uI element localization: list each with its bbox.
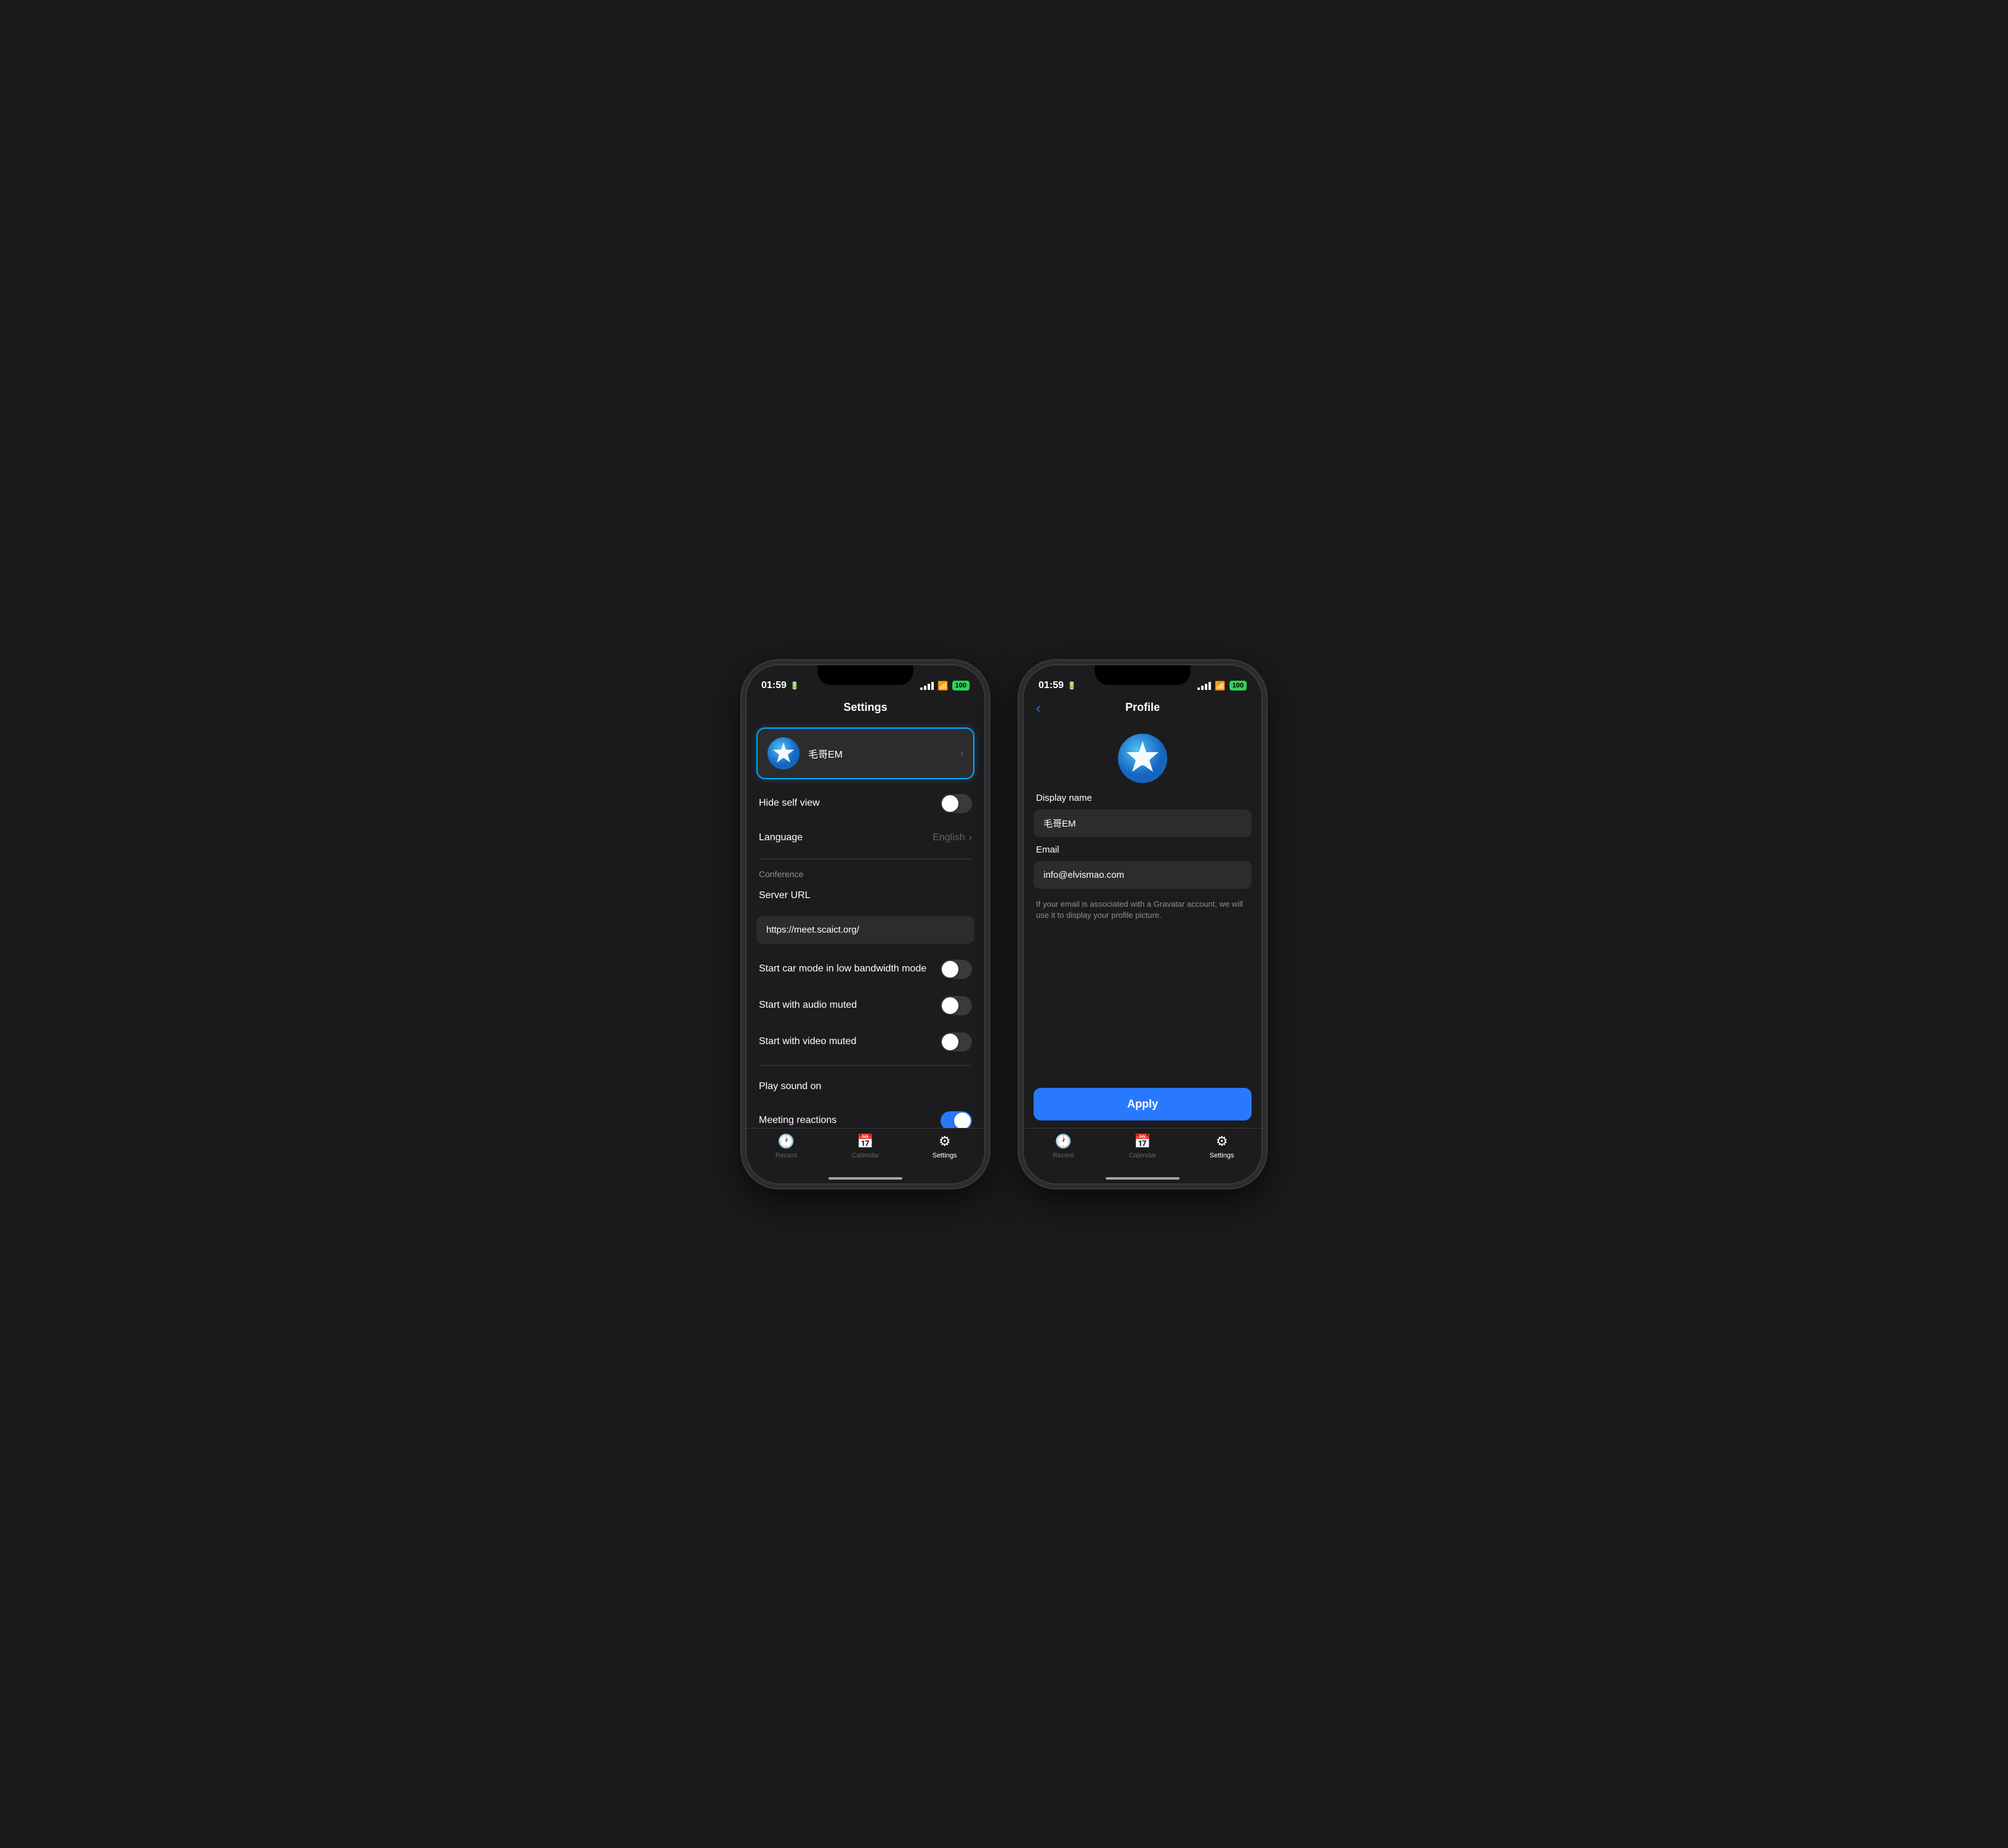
settings-screen: Settings bbox=[747, 696, 984, 1183]
tab-bar-2: 🕐 Recent 📅 Calendar ⚙ Settings bbox=[1024, 1128, 1261, 1178]
video-muted-row: Start with video muted bbox=[747, 1024, 984, 1060]
avatar bbox=[767, 737, 800, 769]
toggle-thumb bbox=[942, 795, 958, 812]
notch-2 bbox=[1095, 665, 1191, 685]
profile-title: Profile bbox=[1125, 701, 1160, 713]
meeting-reactions-row: Meeting reactions bbox=[747, 1103, 984, 1128]
audio-muted-toggle[interactable] bbox=[941, 996, 972, 1015]
phone-settings: 01:59 🔋 📶 100 Settings bbox=[745, 664, 986, 1185]
meeting-reactions-toggle[interactable] bbox=[941, 1111, 972, 1128]
settings-header: Settings bbox=[747, 696, 984, 721]
language-value: English bbox=[933, 832, 965, 843]
settings-title: Settings bbox=[843, 701, 887, 713]
tab-recent-2[interactable]: 🕐 Recent bbox=[1024, 1133, 1103, 1159]
calendar-icon-1: 📅 bbox=[857, 1133, 873, 1149]
server-url-label: Server URL bbox=[759, 890, 811, 911]
status-time-1: 01:59 🔋 bbox=[761, 680, 800, 691]
recent-icon-2: 🕐 bbox=[1055, 1133, 1072, 1149]
language-chevron-icon: › bbox=[969, 832, 972, 843]
profile-name: 毛哥EM bbox=[808, 746, 960, 761]
tab-calendar-2[interactable]: 📅 Calendar bbox=[1103, 1133, 1183, 1159]
tab-calendar-label-2: Calendar bbox=[1129, 1152, 1157, 1159]
home-indicator-2 bbox=[1024, 1178, 1261, 1183]
tab-recent-label-2: Recent bbox=[1053, 1152, 1074, 1159]
profile-avatar-section bbox=[1024, 721, 1261, 793]
video-muted-toggle[interactable] bbox=[941, 1032, 972, 1052]
status-right-2: 📶 100 bbox=[1197, 681, 1247, 691]
settings-icon-2: ⚙ bbox=[1216, 1133, 1228, 1149]
car-mode-toggle[interactable] bbox=[941, 960, 972, 979]
tab-settings-1[interactable]: ⚙ Settings bbox=[905, 1133, 984, 1159]
wifi-icon-1: 📶 bbox=[937, 681, 948, 691]
settings-scroll[interactable]: 毛哥EM › Hide self view Language English ›… bbox=[747, 721, 984, 1128]
signal-icon-1 bbox=[920, 682, 934, 690]
recent-icon-1: 🕐 bbox=[778, 1133, 795, 1149]
hide-self-view-toggle[interactable] bbox=[941, 794, 972, 813]
signal-icon-2 bbox=[1197, 682, 1211, 690]
wifi-icon-2: 📶 bbox=[1215, 681, 1225, 691]
tab-settings-label-1: Settings bbox=[933, 1152, 957, 1159]
language-row[interactable]: Language English › bbox=[747, 822, 984, 854]
tab-calendar-label-1: Calendar bbox=[852, 1152, 880, 1159]
battery-2: 100 bbox=[1229, 681, 1247, 691]
home-indicator-1 bbox=[747, 1178, 984, 1183]
profile-scroll[interactable]: Display name Email If your email is asso… bbox=[1024, 721, 1261, 1080]
divider-2 bbox=[759, 1065, 972, 1066]
tab-calendar-1[interactable]: 📅 Calendar bbox=[826, 1133, 905, 1159]
display-name-label: Display name bbox=[1024, 793, 1261, 807]
tab-recent-label-1: Recent bbox=[775, 1152, 797, 1159]
tab-settings-label-2: Settings bbox=[1210, 1152, 1234, 1159]
display-name-input[interactable] bbox=[1034, 809, 1252, 837]
phone-profile: 01:59 🔋 📶 100 ‹ Profile bbox=[1022, 664, 1263, 1185]
avatar-img bbox=[767, 737, 800, 769]
status-time-2: 01:59 🔋 bbox=[1038, 680, 1077, 691]
chevron-right-icon: › bbox=[960, 748, 963, 759]
profile-screen: ‹ Profile Display n bbox=[1024, 696, 1261, 1183]
calendar-icon-2: 📅 bbox=[1134, 1133, 1151, 1149]
server-url-input[interactable]: https://meet.scaict.org/ bbox=[756, 916, 974, 944]
tab-settings-2[interactable]: ⚙ Settings bbox=[1182, 1133, 1261, 1159]
play-sound-row: Play sound on bbox=[747, 1071, 984, 1103]
settings-icon-1: ⚙ bbox=[939, 1133, 951, 1149]
back-button[interactable]: ‹ bbox=[1036, 700, 1040, 716]
language-label: Language bbox=[759, 832, 933, 843]
tab-bar-1: 🕐 Recent 📅 Calendar ⚙ Settings bbox=[747, 1128, 984, 1178]
gravatar-helper-text: If your email is associated with a Grava… bbox=[1024, 896, 1261, 931]
battery-1: 100 bbox=[952, 681, 970, 691]
video-muted-label: Start with video muted bbox=[759, 1036, 941, 1047]
play-sound-label: Play sound on bbox=[759, 1081, 972, 1092]
notch bbox=[818, 665, 913, 685]
meeting-reactions-label: Meeting reactions bbox=[759, 1115, 941, 1126]
profile-header: ‹ Profile bbox=[1024, 696, 1261, 721]
car-mode-label: Start car mode in low bandwidth mode bbox=[759, 963, 941, 975]
email-input[interactable] bbox=[1034, 861, 1252, 889]
car-mode-row: Start car mode in low bandwidth mode bbox=[747, 951, 984, 987]
hide-self-view-label: Hide self view bbox=[759, 798, 941, 809]
conference-section-label: Conference bbox=[747, 864, 984, 881]
tab-recent-1[interactable]: 🕐 Recent bbox=[747, 1133, 826, 1159]
email-label: Email bbox=[1024, 845, 1261, 859]
profile-avatar-large bbox=[1118, 734, 1167, 783]
server-url-row: Server URL bbox=[747, 881, 984, 914]
status-right-1: 📶 100 bbox=[920, 681, 970, 691]
apply-button[interactable]: Apply bbox=[1034, 1088, 1252, 1121]
audio-muted-label: Start with audio muted bbox=[759, 1000, 941, 1011]
hide-self-view-row: Hide self view bbox=[747, 785, 984, 822]
profile-row[interactable]: 毛哥EM › bbox=[756, 727, 974, 779]
audio-muted-row: Start with audio muted bbox=[747, 987, 984, 1024]
